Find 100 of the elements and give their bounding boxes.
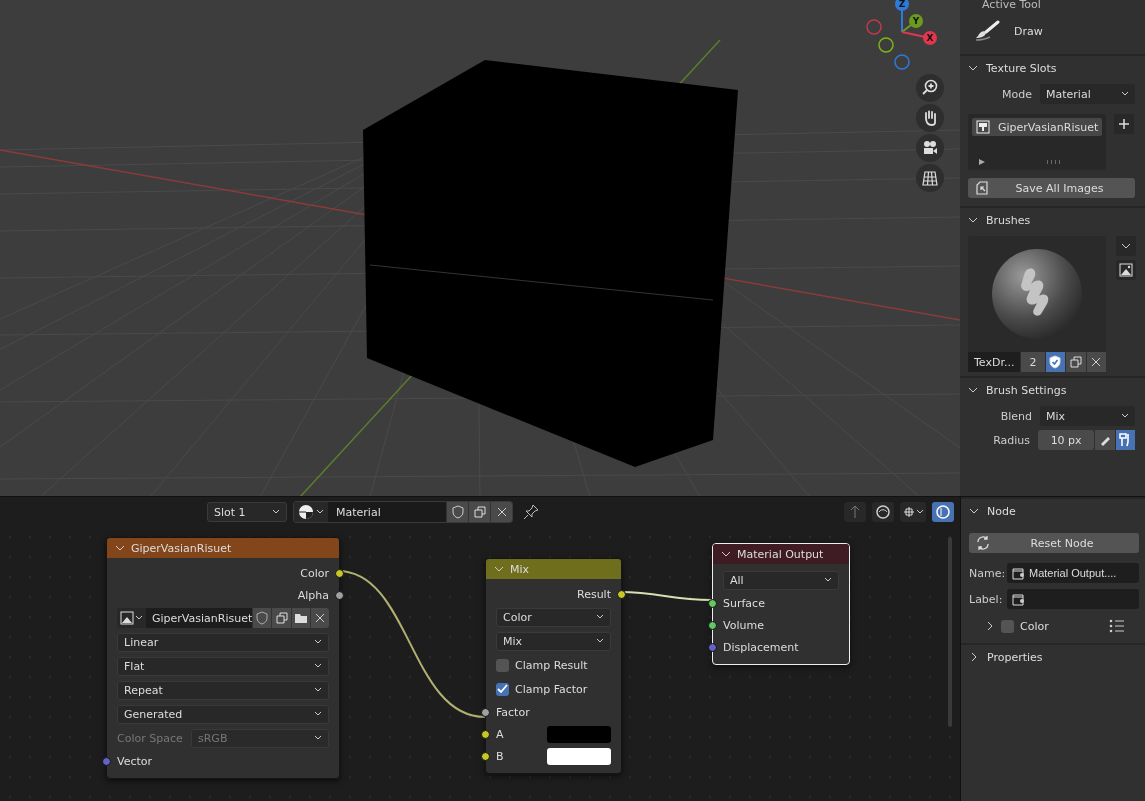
close-icon[interactable]: [309, 608, 329, 628]
axis-handle[interactable]: X: [923, 31, 937, 45]
3d-viewport[interactable]: Z Y X: [0, 0, 960, 496]
image-name-field[interactable]: GiperVasianRisuet: [146, 608, 253, 628]
node-dropdown[interactable]: Linear: [117, 632, 329, 652]
duplicate-icon[interactable]: [1066, 352, 1086, 372]
zoom-icon[interactable]: [916, 74, 944, 102]
node-dropdown[interactable]: Repeat: [117, 680, 329, 700]
refresh-icon: [975, 535, 991, 551]
panel-title: Node: [987, 504, 1016, 518]
folder-icon[interactable]: [290, 608, 310, 628]
socket-label: Surface: [723, 596, 765, 610]
node-icon: [1011, 592, 1025, 606]
pen-icon[interactable]: [1095, 430, 1115, 450]
reset-node-button[interactable]: Reset Node: [969, 533, 1139, 553]
socket[interactable]: [481, 751, 490, 761]
slot-dropdown[interactable]: Slot 1: [207, 502, 287, 522]
chevron-down-icon: [968, 216, 978, 224]
checkbox-label: Color: [1020, 619, 1049, 633]
preset-list-icon[interactable]: [1109, 619, 1125, 633]
radius-field[interactable]: 10 px: [1038, 430, 1095, 450]
tool-name: Draw: [1014, 24, 1043, 38]
chevron-down-icon: [314, 639, 322, 645]
node-title-bar[interactable]: GiperVasianRisuet: [107, 538, 339, 558]
snap-icon[interactable]: [900, 502, 926, 522]
node-icon: [1011, 566, 1025, 580]
checkbox-label: Clamp Result: [515, 658, 588, 672]
brush-icon[interactable]: [1115, 430, 1135, 450]
user-count[interactable]: 2: [1021, 352, 1045, 372]
texture-icon: [976, 120, 990, 134]
mode-dropdown[interactable]: Material: [1040, 84, 1135, 104]
panel-title: Brushes: [986, 213, 1031, 227]
node-dropdown[interactable]: Color: [496, 607, 611, 627]
label-field[interactable]: [1007, 589, 1139, 609]
field-label: Name:: [969, 566, 1005, 580]
field-label: Blend: [999, 409, 1032, 423]
node-dropdown[interactable]: Flat: [117, 656, 329, 676]
node-title-bar[interactable]: Mix: [486, 559, 621, 579]
close-icon[interactable]: [1086, 352, 1106, 372]
chevron-down-icon: [721, 550, 731, 558]
node-dropdown[interactable]: Mix: [496, 631, 611, 651]
save-icon: [974, 180, 990, 196]
field-label: Mode: [1001, 87, 1032, 101]
node-dropdown[interactable]: Generated: [117, 704, 329, 724]
expand-icon[interactable]: [978, 158, 986, 166]
socket[interactable]: [335, 568, 344, 578]
image-browse-button[interactable]: [117, 608, 146, 628]
field-label: Label:: [969, 592, 1004, 606]
axis-handle[interactable]: Z: [895, 0, 909, 11]
socket[interactable]: [708, 620, 717, 630]
chevron-down-icon: [314, 663, 322, 669]
color-swatch[interactable]: [547, 725, 611, 743]
chevron-down-icon: [1121, 413, 1129, 419]
texture-slot[interactable]: GiperVasianRisuet: [972, 118, 1102, 136]
save-all-images-button[interactable]: Save All Images: [968, 178, 1135, 198]
add-icon[interactable]: [1114, 114, 1134, 134]
brush-name[interactable]: TexDr...: [968, 352, 1021, 372]
field-label: Radius: [992, 433, 1031, 447]
socket[interactable]: [335, 590, 344, 600]
panel-title: Texture Slots: [986, 61, 1057, 75]
duplicate-icon[interactable]: [271, 608, 291, 628]
chevron-down-icon: [596, 638, 604, 644]
sidebar-toggle-icon[interactable]: [932, 502, 954, 522]
socket[interactable]: [481, 729, 490, 739]
node-title-bar[interactable]: Material Output: [713, 544, 849, 564]
grid-icon[interactable]: [916, 164, 944, 192]
brush-preview[interactable]: [968, 236, 1106, 352]
socket[interactable]: [481, 707, 490, 717]
socket-label: Vector: [117, 754, 153, 768]
camera-icon[interactable]: [916, 134, 944, 162]
socket-label: Displacement: [723, 640, 799, 654]
chevron-right-icon[interactable]: [985, 621, 995, 631]
node-title: Material Output: [737, 547, 824, 561]
shield-icon[interactable]: [1045, 352, 1066, 372]
node-dropdown[interactable]: All: [723, 570, 839, 590]
name-field[interactable]: Material Output....: [1007, 563, 1139, 583]
panel-title: Active Tool: [981, 0, 1042, 8]
image-icon[interactable]: [1116, 260, 1136, 280]
chevron-down-icon: [314, 687, 322, 693]
chevron-down-icon: [135, 615, 143, 621]
chevron-right-icon: [969, 652, 979, 662]
chevron-down-icon: [115, 544, 125, 552]
socket[interactable]: [617, 589, 626, 599]
hand-icon[interactable]: [916, 104, 944, 132]
node-title: Mix: [510, 562, 530, 576]
chevron-down-icon: [969, 507, 979, 515]
chevron-down-icon: [968, 64, 978, 72]
checkbox[interactable]: [1001, 619, 1014, 633]
overlay-icon[interactable]: [872, 502, 894, 522]
chevron-down-icon: [824, 577, 832, 583]
checkbox[interactable]: [496, 682, 509, 696]
socket-label: Result: [577, 587, 611, 601]
color-swatch[interactable]: [547, 747, 611, 765]
axis-handle[interactable]: Y: [909, 14, 923, 28]
checkbox[interactable]: [496, 658, 509, 672]
chevron-down-icon: [596, 614, 604, 620]
chevron-down-icon: [314, 735, 322, 741]
socket[interactable]: [708, 598, 717, 608]
blend-dropdown[interactable]: Mix: [1040, 406, 1135, 426]
socket-label: Color: [300, 566, 329, 580]
